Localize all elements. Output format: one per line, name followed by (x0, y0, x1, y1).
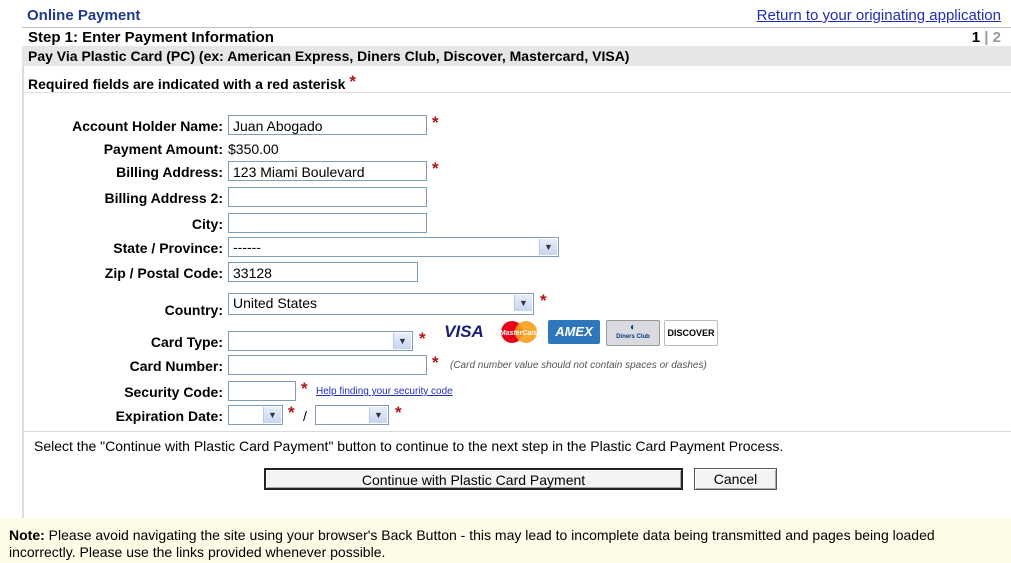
expiration-month-select[interactable]: ▼ (228, 405, 283, 425)
step-next: 2 (992, 29, 1001, 46)
required-fields-text: Required fields are indicated with a red… (28, 76, 346, 92)
step-bar: Step 1: Enter Payment Information 1 | 2 (22, 27, 1011, 47)
required-asterisk: * (395, 403, 402, 422)
required-asterisk: * (432, 353, 439, 372)
expiration-label: Expiration Date: (115, 408, 223, 424)
payment-amount-label: Payment Amount: (103, 141, 223, 157)
billing-address-row: Billing Address: 123 Miami Boulevard * (0, 159, 1011, 183)
account-holder-input[interactable]: Juan Abogado (228, 115, 427, 135)
billing-address-label: Billing Address: (116, 164, 223, 180)
required-asterisk: * (432, 159, 439, 178)
note-body: Please avoid navigating the site using y… (9, 527, 935, 560)
security-code-input[interactable] (228, 381, 296, 401)
required-asterisk: * (349, 72, 356, 91)
payment-method-banner: Pay Via Plastic Card (PC) (ex: American … (22, 46, 1011, 66)
chevron-down-icon: ▼ (263, 407, 281, 423)
city-label: City: (191, 216, 223, 232)
navigation-note: Note: Please avoid navigating the site u… (0, 518, 1011, 563)
date-separator: / (303, 408, 307, 424)
security-code-row: Security Code: * Help finding your secur… (0, 379, 1011, 403)
billing-address2-input[interactable] (228, 187, 427, 207)
required-asterisk: * (419, 329, 426, 348)
card-type-select[interactable]: ▼ (228, 331, 413, 351)
card-number-hint: (Card number value should not contain sp… (450, 360, 707, 371)
note-label: Note: (9, 527, 45, 543)
country-label: Country: (164, 302, 223, 318)
required-asterisk: * (288, 403, 295, 422)
card-type-row: Card Type: ▼ * (0, 329, 1011, 353)
chevron-down-icon: ▼ (514, 295, 532, 311)
chevron-down-icon: ▼ (393, 333, 411, 349)
required-asterisk: * (540, 291, 547, 310)
city-row: City: (0, 213, 1011, 235)
city-input[interactable] (228, 213, 427, 233)
required-asterisk: * (301, 379, 308, 398)
step-indicator: 1 | 2 (972, 29, 1001, 46)
billing-address2-label: Billing Address 2: (104, 190, 223, 206)
account-holder-row: Account Holder Name: Juan Abogado * (0, 113, 1011, 137)
security-code-label: Security Code: (124, 384, 223, 400)
country-select-value: United States (233, 295, 318, 311)
country-select[interactable]: United States ▼ (228, 293, 534, 315)
required-fields-note: Required fields are indicated with a red… (28, 72, 356, 92)
card-number-label: Card Number: (129, 358, 223, 374)
chevron-down-icon: ▼ (369, 407, 387, 423)
cancel-button[interactable]: Cancel (694, 468, 777, 490)
app-title: Online Payment (27, 7, 141, 24)
zip-input[interactable]: 33128 (228, 262, 418, 282)
required-asterisk: * (432, 113, 439, 132)
navigation-note-text: Note: Please avoid navigating the site u… (9, 527, 999, 561)
card-number-row: Card Number: * (Card number value should… (0, 353, 1011, 377)
page-header: Online Payment Return to your originatin… (0, 0, 1011, 27)
state-select-value: ------ (233, 239, 261, 255)
expiration-year-select[interactable]: ▼ (315, 405, 389, 425)
card-type-label: Card Type: (150, 334, 223, 350)
zip-label: Zip / Postal Code: (104, 265, 223, 281)
state-label: State / Province: (113, 240, 223, 256)
country-row: Country: United States ▼ * (0, 291, 1011, 318)
continue-instructions: Select the "Continue with Plastic Card P… (24, 431, 1011, 458)
zip-row: Zip / Postal Code: 33128 (0, 262, 1011, 284)
step-current: 1 (971, 29, 981, 46)
continue-instructions-text: Select the "Continue with Plastic Card P… (34, 438, 784, 454)
state-select[interactable]: ------ ▼ (228, 237, 559, 257)
return-to-originating-app-link[interactable]: Return to your originating application (757, 7, 1001, 24)
payment-method-text: Pay Via Plastic Card (PC) (ex: American … (28, 48, 630, 64)
payment-amount-value: $350.00 (228, 141, 279, 157)
payment-amount-row: Payment Amount: $350.00 (0, 138, 1011, 160)
state-row: State / Province: ------ ▼ (0, 237, 1011, 259)
card-number-input[interactable] (228, 355, 427, 375)
continue-button[interactable]: Continue with Plastic Card Payment (264, 468, 683, 490)
account-holder-label: Account Holder Name: (72, 118, 223, 134)
chevron-down-icon: ▼ (539, 239, 557, 255)
step-separator: | (984, 29, 989, 46)
billing-address2-row: Billing Address 2: (0, 187, 1011, 209)
security-code-help-link[interactable]: Help finding your security code (316, 386, 453, 397)
step-title: Step 1: Enter Payment Information (28, 29, 274, 46)
expiration-row: Expiration Date: ▼ * / ▼ * (0, 403, 1011, 427)
billing-address-input[interactable]: 123 Miami Boulevard (228, 161, 427, 181)
divider (24, 92, 1011, 93)
